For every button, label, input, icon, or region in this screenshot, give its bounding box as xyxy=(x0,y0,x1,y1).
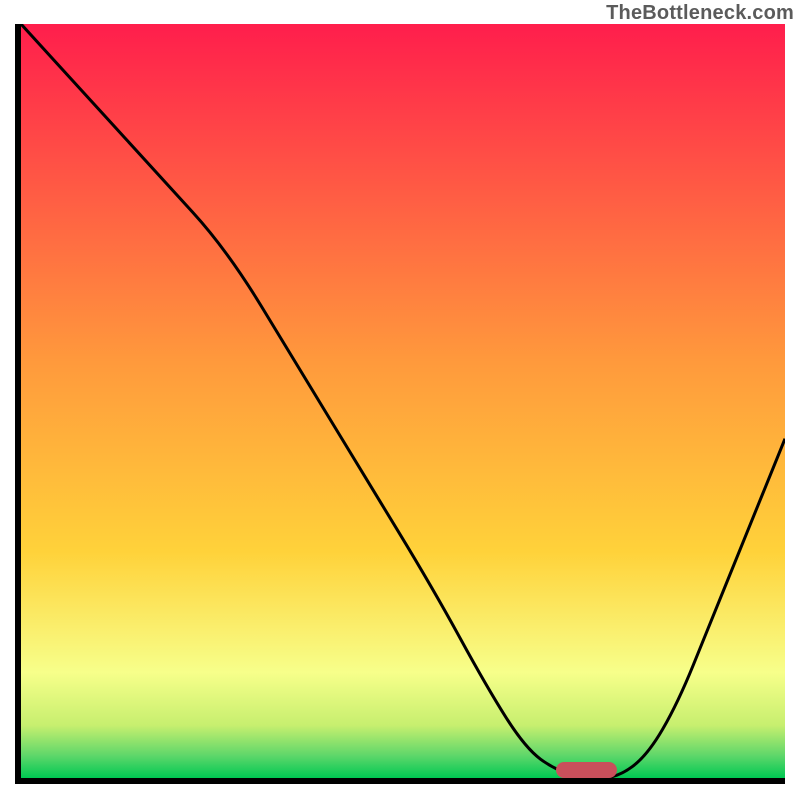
plot-area xyxy=(15,24,785,784)
bottleneck-curve xyxy=(21,24,785,778)
watermark-text: TheBottleneck.com xyxy=(606,2,794,25)
chart-frame: TheBottleneck.com xyxy=(0,0,800,800)
curve-layer xyxy=(21,24,785,778)
optimal-marker xyxy=(556,762,617,778)
